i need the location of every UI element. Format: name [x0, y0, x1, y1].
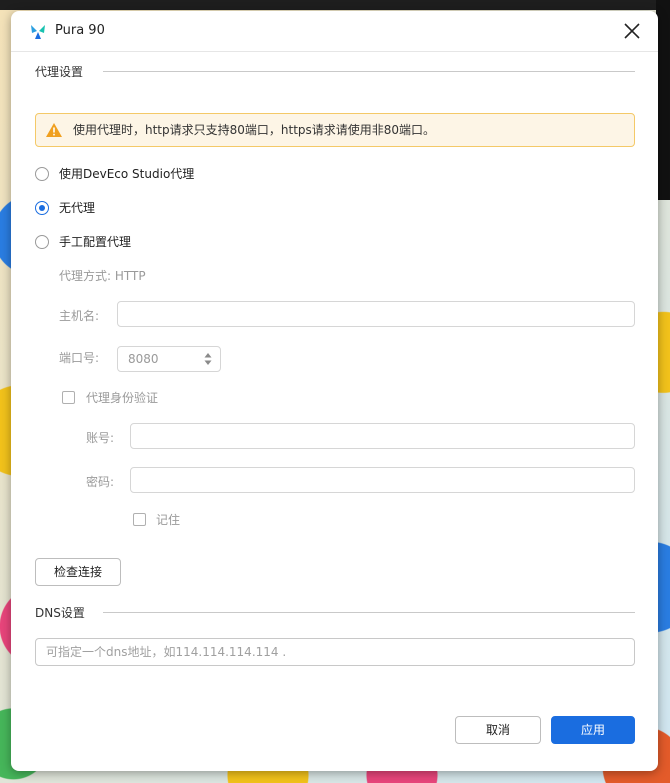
password-input[interactable]	[130, 467, 635, 493]
background-window-strip	[0, 0, 670, 10]
cancel-button[interactable]: 取消	[455, 716, 541, 744]
proxy-type-label: 代理方式: HTTP	[59, 269, 146, 283]
radio-label[interactable]: 使用DevEco Studio代理	[59, 165, 194, 183]
section-divider	[103, 612, 635, 613]
account-input[interactable]	[130, 423, 635, 449]
title-bar: Pura 90	[11, 11, 658, 52]
window-title: Pura 90	[55, 23, 105, 38]
proxy-section-heading: 代理设置	[35, 65, 84, 79]
remember-label[interactable]: 记住	[156, 511, 180, 529]
proxy-auth-checkbox[interactable]	[62, 391, 75, 404]
remember-checkbox[interactable]	[133, 513, 146, 526]
check-connection-button[interactable]: 检查连接	[35, 558, 121, 586]
radio-button[interactable]	[35, 235, 49, 249]
section-divider	[103, 71, 635, 72]
port-value: 8080	[128, 352, 159, 366]
host-input[interactable]	[117, 301, 635, 327]
app-logo-icon	[31, 25, 45, 39]
host-label: 主机名:	[59, 309, 100, 323]
close-icon[interactable]	[622, 21, 642, 41]
warning-icon	[46, 123, 62, 137]
proxy-settings-dialog: Pura 90 代理设置 使用代理时，http请求只支持80端口，https请求…	[11, 11, 658, 771]
spinner-arrows-icon[interactable]	[204, 352, 212, 366]
radio-label[interactable]: 手工配置代理	[59, 233, 131, 251]
port-label: 端口号:	[59, 351, 100, 365]
dns-input[interactable]	[35, 638, 635, 666]
proxy-auth-label[interactable]: 代理身份验证	[86, 389, 158, 407]
account-label: 账号:	[86, 431, 115, 445]
password-label: 密码:	[86, 475, 115, 489]
apply-button[interactable]: 应用	[551, 716, 635, 744]
warning-banner: 使用代理时，http请求只支持80端口，https请求请使用非80端口。	[35, 113, 635, 147]
radio-button[interactable]	[35, 167, 49, 181]
background-window-edge	[656, 0, 670, 200]
radio-button-selected[interactable]	[35, 201, 49, 215]
radio-label[interactable]: 无代理	[59, 199, 95, 217]
dns-section-heading: DNS设置	[35, 606, 85, 620]
port-spinner[interactable]: 8080	[117, 346, 221, 372]
warning-text: 使用代理时，http请求只支持80端口，https请求请使用非80端口。	[73, 123, 436, 137]
